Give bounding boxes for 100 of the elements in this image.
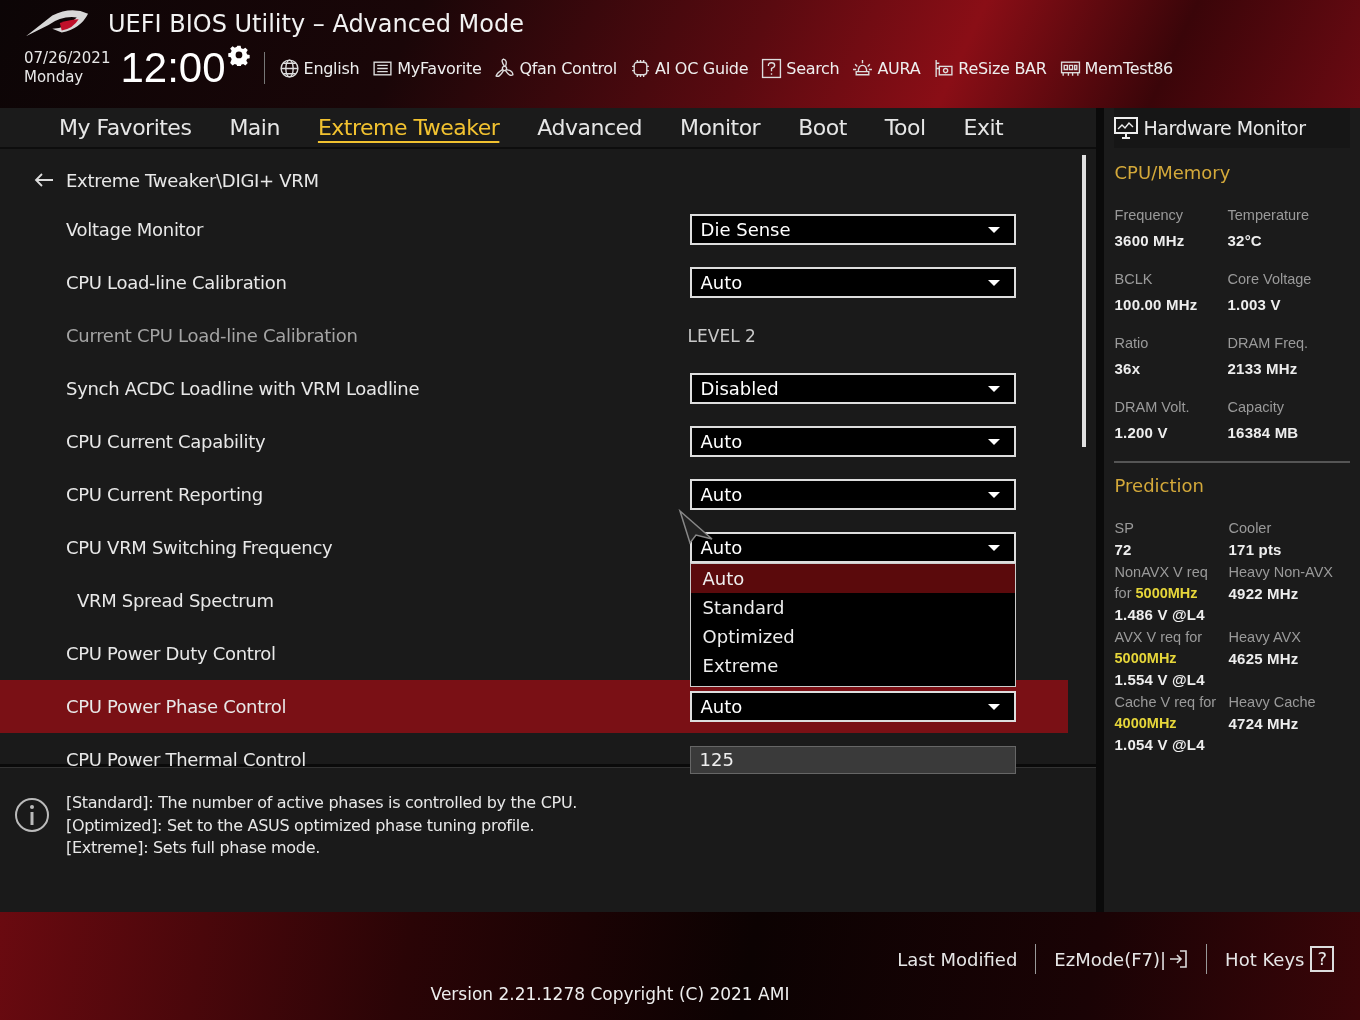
metric-label: Capacity (1227, 398, 1285, 417)
section-title: Prediction (1114, 475, 1205, 496)
metric-value: 2133 MHz (1227, 360, 1299, 377)
metric-label: AVX V req for 5000MHz (1114, 628, 1204, 668)
dropdown[interactable]: Auto (689, 426, 1016, 458)
menu-tab[interactable]: My Favorites (40, 110, 211, 145)
setting-label: CPU Power Duty Control (66, 643, 276, 665)
setting-label: CPU Power Phase Control (66, 696, 287, 718)
metric-label: Ratio (1114, 334, 1150, 353)
metric-label: BCLK (1114, 270, 1154, 289)
toolbar-item[interactable]: Qfan Control (494, 57, 617, 79)
metric-value: 1.554 V @L4 (1114, 671, 1206, 688)
setting-label: CPU VRM Switching Frequency (66, 537, 333, 559)
caret-icon (987, 279, 1000, 286)
setting-label: CPU Power Thermal Control (66, 749, 306, 771)
menu-tab[interactable]: Boot (779, 110, 866, 145)
toolbar-item[interactable]: Search (761, 57, 840, 79)
menu-tab[interactable]: Main (210, 110, 299, 145)
dropdown[interactable]: Auto (689, 479, 1016, 511)
setting-label: CPU Current Capability (66, 431, 266, 453)
last-modified-button[interactable]: Last Modified (889, 948, 1026, 970)
monitor-icon (1113, 117, 1138, 139)
metric-label: Temperature (1227, 206, 1310, 225)
metric-value: 3600 MHz (1114, 232, 1186, 249)
clock-time: 12:00 (120, 46, 226, 90)
dropdown[interactable]: Auto (689, 691, 1016, 723)
setting-label: CPU Load-line Calibration (66, 272, 287, 294)
setting-label: Synch ACDC Loadline with VRM Loadline (66, 378, 420, 400)
metric-value: 1.003 V (1227, 296, 1282, 313)
setting-value: LEVEL 2 (687, 325, 756, 346)
dropdown[interactable]: Auto (689, 532, 1016, 564)
help-box-icon (761, 57, 783, 79)
metric-label: Heavy AVX (1228, 628, 1302, 647)
metric-label: Frequency (1114, 206, 1185, 225)
metric-label: Cooler (1228, 519, 1273, 538)
globe-icon (278, 57, 300, 79)
menu-tab[interactable]: Advanced (518, 110, 662, 145)
toolbar-item[interactable]: English (278, 57, 360, 79)
panel-title: Hardware Monitor (1143, 117, 1306, 139)
metric-value: 72 (1114, 541, 1133, 558)
help-text: [Standard]: The number of active phases is controlled by the CPU. (66, 792, 578, 815)
toolbar-item[interactable]: MyFavorite (372, 57, 482, 79)
metric-value: 36x (1114, 360, 1142, 377)
metric-label: Core Voltage (1227, 270, 1313, 289)
dropdown-option[interactable]: Optimized (690, 622, 1015, 652)
metric-value: 16384 MB (1227, 424, 1300, 441)
metric-value: 4922 MHz (1228, 585, 1300, 602)
caret-icon (987, 226, 1000, 233)
toolbar-item[interactable]: AURA (852, 57, 921, 79)
metric-value: 1.054 V @L4 (1114, 736, 1206, 753)
metric-label: DRAM Volt. (1114, 398, 1191, 417)
metric-value: 100.00 MHz (1114, 296, 1199, 313)
metric-value: 171 pts (1228, 541, 1283, 558)
metric-label: DRAM Freq. (1227, 334, 1310, 353)
input-field[interactable]: 125 (689, 745, 1016, 774)
metric-value: 1.486 V @L4 (1114, 606, 1206, 623)
toolbar-item[interactable]: AI OC Guide (630, 57, 749, 79)
menu-tab[interactable]: Extreme Tweaker (298, 110, 519, 145)
dropdown-option[interactable]: Standard (690, 593, 1015, 623)
metric-value: 4625 MHz (1228, 650, 1300, 667)
metric-label: Heavy Cache (1228, 693, 1317, 712)
exit-icon (1168, 949, 1189, 969)
version-text: Version 2.21.1278 Copyright (C) 2021 AMI (430, 984, 790, 1004)
menu-tab[interactable]: Tool (865, 110, 945, 145)
card-icon (933, 57, 955, 79)
settings-icon[interactable] (227, 44, 250, 66)
setting-label: Voltage Monitor (66, 219, 204, 241)
toolbar-item[interactable]: MemTest86 (1059, 57, 1173, 79)
weekday-text: Monday (24, 68, 85, 87)
metric-value: 1.200 V (1114, 424, 1169, 441)
menu-tab[interactable]: Exit (944, 110, 1023, 145)
help-text: [Extreme]: Sets full phase mode. (66, 837, 321, 860)
back-arrow-icon[interactable] (34, 172, 54, 189)
setting-label: VRM Spread Spectrum (76, 590, 274, 612)
dropdown-option[interactable]: Extreme (690, 651, 1015, 681)
metric-label: NonAVX V req for 5000MHz (1114, 563, 1209, 603)
hot-keys-button[interactable]: Hot Keys ? (1217, 946, 1342, 972)
help-text: [Optimized]: Set to the ASUS optimized phase tuning profile. (66, 814, 536, 837)
metric-label: Heavy Non-AVX (1228, 563, 1335, 582)
dropdown[interactable]: Disabled (689, 373, 1016, 405)
caret-icon (987, 438, 1000, 445)
metric-label: Cache V req for 4000MHz (1114, 693, 1218, 733)
dropdown-option[interactable]: Auto (690, 564, 1015, 594)
menu-tab[interactable]: Monitor (661, 110, 780, 145)
metric-label: SP (1114, 519, 1135, 538)
caret-icon (987, 703, 1000, 710)
info-icon (14, 797, 50, 834)
dropdown[interactable]: Auto (689, 267, 1016, 299)
scrollbar[interactable] (1081, 155, 1086, 448)
fan-icon (494, 57, 516, 79)
dropdown[interactable]: Die Sense (689, 214, 1016, 246)
caret-icon (987, 491, 1000, 498)
window-title: UEFI BIOS Utility – Advanced Mode (108, 10, 524, 38)
selected-row[interactable]: CPU Power Phase Control Auto (0, 680, 1068, 734)
breadcrumb: Extreme Tweaker\DIGI+ VRM (66, 169, 319, 191)
ezmode-button[interactable]: EzMode(F7)| (1046, 948, 1197, 970)
metric-value: 32°C (1227, 232, 1263, 249)
setting-label: CPU Current Reporting (66, 484, 263, 506)
setting-label: Current CPU Load-line Calibration (66, 325, 358, 347)
toolbar-item[interactable]: ReSize BAR (933, 57, 1047, 79)
